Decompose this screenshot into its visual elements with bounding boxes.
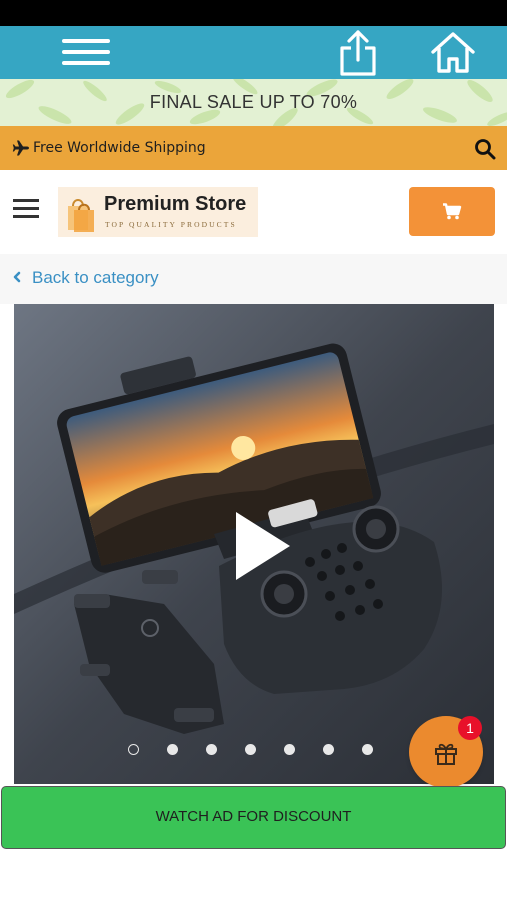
gallery-dot-5[interactable] bbox=[284, 744, 295, 755]
gallery-dot-1[interactable] bbox=[128, 744, 139, 755]
sale-banner-text: FINAL SALE UP TO 70% bbox=[149, 92, 358, 112]
gift-count-badge: 1 bbox=[458, 716, 482, 740]
back-to-category-link[interactable]: Back to category bbox=[12, 266, 159, 290]
watch-ad-button[interactable]: WATCH AD FOR DISCOUNT bbox=[1, 786, 506, 849]
home-icon[interactable] bbox=[430, 30, 476, 74]
share-icon[interactable] bbox=[336, 28, 380, 78]
cart-icon bbox=[443, 203, 462, 220]
product-image-gallery[interactable] bbox=[14, 304, 494, 784]
gallery-dot-3[interactable] bbox=[206, 744, 217, 755]
shopping-bag-logo-icon bbox=[68, 199, 94, 232]
cart-button[interactable] bbox=[409, 187, 495, 236]
gallery-dot-7[interactable] bbox=[362, 744, 373, 755]
sale-banner[interactable]: FINAL SALE UP TO 70% bbox=[0, 79, 507, 126]
logo-name: Premium Store bbox=[104, 193, 247, 215]
logo-tagline: TOP QUALITY PRODUCTS bbox=[105, 220, 237, 229]
play-icon[interactable] bbox=[226, 508, 296, 584]
back-row: Back to category bbox=[0, 254, 507, 304]
store-header: Premium Store TOP QUALITY PRODUCTS bbox=[0, 170, 507, 254]
search-icon[interactable] bbox=[474, 138, 496, 160]
gallery-dot-2[interactable] bbox=[167, 744, 178, 755]
chevron-left-icon bbox=[13, 271, 21, 283]
gift-icon bbox=[435, 743, 457, 765]
store-logo[interactable]: Premium Store TOP QUALITY PRODUCTS bbox=[58, 187, 258, 237]
gallery-dot-4[interactable] bbox=[245, 744, 256, 755]
shipping-text: Free Worldwide Shipping bbox=[33, 140, 206, 156]
status-bar bbox=[0, 0, 507, 26]
shipping-bar: Free Worldwide Shipping bbox=[0, 126, 507, 170]
menu-icon[interactable] bbox=[62, 38, 110, 68]
airplane-icon bbox=[12, 140, 30, 156]
hamburger-icon[interactable] bbox=[13, 198, 39, 220]
back-link-label: Back to category bbox=[32, 268, 159, 287]
top-app-bar bbox=[0, 26, 507, 79]
gallery-dot-6[interactable] bbox=[323, 744, 334, 755]
